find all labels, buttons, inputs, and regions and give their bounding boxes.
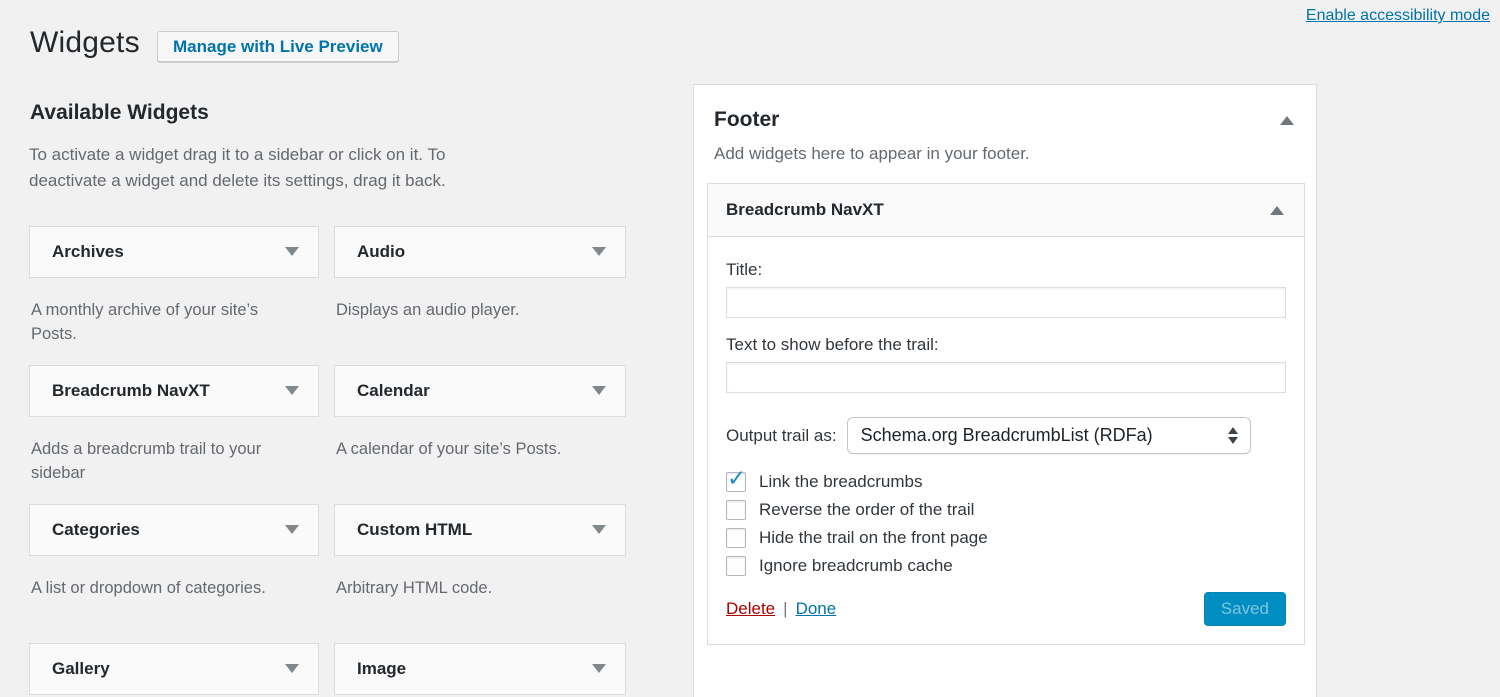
footer-panel-title: Footer <box>714 108 779 132</box>
widget-card-title: Archives <box>52 242 124 262</box>
checkbox-unchecked[interactable] <box>726 500 746 520</box>
widget-card-title: Categories <box>52 520 140 540</box>
collapse-widget-icon[interactable] <box>1270 206 1284 215</box>
saved-button[interactable]: Saved <box>1204 592 1286 626</box>
output-trail-selected-value: Schema.org BreadcrumbList (RDFa) <box>861 425 1153 446</box>
checkbox-label: Link the breadcrumbs <box>759 472 922 492</box>
available-widgets-section: Available Widgets To activate a widget d… <box>29 101 629 697</box>
checkbox-checked[interactable]: ✓ <box>726 472 746 492</box>
widget-card-title: Gallery <box>52 659 110 679</box>
breadcrumb-navxt-widget-header[interactable]: Breadcrumb NavXT <box>708 184 1304 237</box>
chevron-down-icon[interactable] <box>592 664 606 673</box>
chevron-down-icon[interactable] <box>592 247 606 256</box>
widget-card-title: Breadcrumb NavXT <box>52 381 210 401</box>
breadcrumb-navxt-widget-title: Breadcrumb NavXT <box>726 200 884 220</box>
chevron-down-icon[interactable] <box>592 525 606 534</box>
chevron-down-icon[interactable] <box>285 664 299 673</box>
widget-card-title: Image <box>357 659 406 679</box>
checkbox-row-hide-the-trail-on-the-front-page[interactable]: Hide the trail on the front page <box>726 528 1286 548</box>
checkbox-row-link-the-breadcrumbs[interactable]: ✓ Link the breadcrumbs <box>726 472 1286 492</box>
available-widget-gallery: Gallery <box>29 643 319 697</box>
available-widget-breadcrumb-navxt: Breadcrumb NavXT Adds a breadcrumb trail … <box>29 365 319 504</box>
checkbox-unchecked[interactable] <box>726 556 746 576</box>
available-widgets-description: To activate a widget drag it to a sideba… <box>29 142 519 195</box>
breadcrumb-navxt-widget: Breadcrumb NavXT Title: Text to show bef… <box>707 183 1305 645</box>
available-widgets-grid: Archives A monthly archive of your site’s… <box>29 226 629 697</box>
widget-title-input[interactable] <box>726 287 1286 318</box>
chevron-down-icon[interactable] <box>285 247 299 256</box>
done-link[interactable]: Done <box>796 599 837 619</box>
widget-card[interactable]: Categories <box>29 504 319 556</box>
checkmark-icon: ✓ <box>727 467 746 490</box>
select-updown-icon <box>1228 427 1238 444</box>
widget-card-description: Adds a breadcrumb trail to your sidebar <box>31 437 279 487</box>
footer-panel-description: Add widgets here to appear in your foote… <box>694 132 1316 183</box>
checkbox-unchecked[interactable] <box>726 528 746 548</box>
widget-card-description: A calendar of your site’s Posts. <box>336 437 584 462</box>
widget-card-description: A list or dropdown of categories. <box>31 576 279 601</box>
available-widgets-heading: Available Widgets <box>30 101 629 125</box>
widget-card[interactable]: Image <box>334 643 626 695</box>
widget-card[interactable]: Audio <box>334 226 626 278</box>
enable-accessibility-mode-link[interactable]: Enable accessibility mode <box>1306 7 1490 25</box>
checkbox-label: Ignore breadcrumb cache <box>759 556 953 576</box>
manage-with-live-preview-button[interactable]: Manage with Live Preview <box>157 31 399 62</box>
output-trail-label: Output trail as: <box>726 426 837 446</box>
widget-card-title: Calendar <box>357 381 430 401</box>
widget-card-title: Custom HTML <box>357 520 472 540</box>
pretext-label: Text to show before the trail: <box>726 335 1286 355</box>
widget-card-title: Audio <box>357 242 405 262</box>
page-title: Widgets <box>30 26 140 60</box>
available-widget-custom-html: Custom HTML Arbitrary HTML code. <box>334 504 626 643</box>
widget-card[interactable]: Calendar <box>334 365 626 417</box>
widget-card-description: Displays an audio player. <box>336 298 584 323</box>
widget-title-label: Title: <box>726 260 1286 280</box>
checkbox-label: Reverse the order of the trail <box>759 500 974 520</box>
widget-card[interactable]: Archives <box>29 226 319 278</box>
widget-card[interactable]: Breadcrumb NavXT <box>29 365 319 417</box>
widget-card[interactable]: Gallery <box>29 643 319 695</box>
widget-card-description: Arbitrary HTML code. <box>336 576 584 601</box>
available-widget-categories: Categories A list or dropdown of categori… <box>29 504 319 643</box>
widget-options-checkbox-list: ✓ Link the breadcrumbs Reverse the order o… <box>726 472 1286 576</box>
widget-card-description: A monthly archive of your site’s Posts. <box>31 298 279 348</box>
available-widget-audio: Audio Displays an audio player. <box>334 226 626 365</box>
available-widget-archives: Archives A monthly archive of your site’s… <box>29 226 319 365</box>
available-widget-image: Image <box>334 643 626 697</box>
actions-separator: | <box>783 599 787 619</box>
checkbox-label: Hide the trail on the front page <box>759 528 988 548</box>
widget-card[interactable]: Custom HTML <box>334 504 626 556</box>
output-trail-select[interactable]: Schema.org BreadcrumbList (RDFa) <box>847 417 1251 454</box>
collapse-panel-icon[interactable] <box>1280 116 1294 125</box>
checkbox-row-reverse-the-order-of-the-trail[interactable]: Reverse the order of the trail <box>726 500 1286 520</box>
available-widget-calendar: Calendar A calendar of your site’s Posts. <box>334 365 626 504</box>
delete-widget-link[interactable]: Delete <box>726 599 775 619</box>
chevron-down-icon[interactable] <box>285 386 299 395</box>
chevron-down-icon[interactable] <box>592 386 606 395</box>
checkbox-row-ignore-breadcrumb-cache[interactable]: Ignore breadcrumb cache <box>726 556 1286 576</box>
pretext-input[interactable] <box>726 362 1286 393</box>
footer-sidebar-panel: Footer Add widgets here to appear in you… <box>693 84 1317 697</box>
chevron-down-icon[interactable] <box>285 525 299 534</box>
